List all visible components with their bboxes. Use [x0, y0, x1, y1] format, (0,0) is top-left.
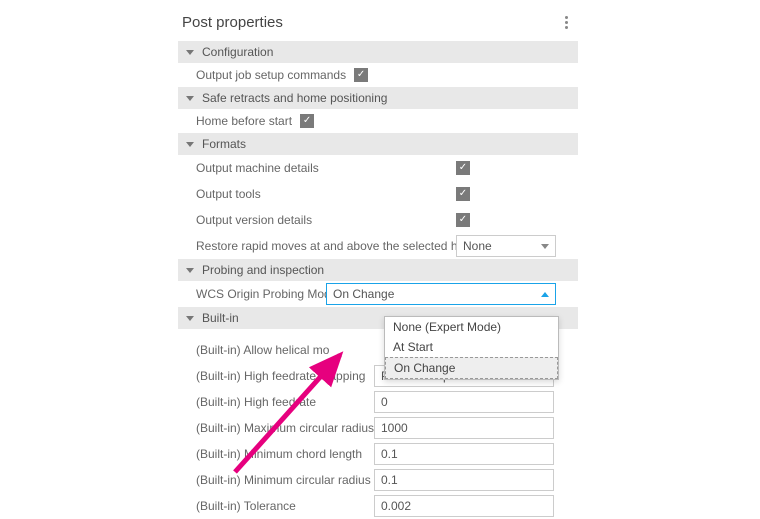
panel-header: Post properties	[178, 10, 578, 41]
label-high-feedrate: (Built-in) High feedrate	[196, 395, 374, 409]
select-restore-rapid[interactable]: None	[456, 235, 556, 257]
dropdown-option[interactable]: None (Expert Mode)	[385, 317, 558, 337]
checkbox-home-before-start[interactable]	[300, 114, 314, 128]
label-output-version-details: Output version details	[196, 213, 456, 227]
chevron-down-icon	[186, 50, 194, 55]
section-label: Safe retracts and home positioning	[202, 91, 387, 105]
section-formats[interactable]: Formats	[178, 133, 578, 155]
chevron-down-icon	[186, 96, 194, 101]
select-wcs-mode[interactable]: On Change	[326, 283, 556, 305]
select-value: None	[463, 239, 492, 253]
row-wcs-mode: WCS Origin Probing Mode On Change	[178, 281, 578, 307]
label-output-job-setup: Output job setup commands	[196, 68, 346, 82]
row-output-job-setup: Output job setup commands	[178, 63, 578, 87]
row-high-feedrate: (Built-in) High feedrate	[178, 389, 578, 415]
section-label: Formats	[202, 137, 246, 151]
panel-title: Post properties	[182, 14, 283, 31]
input-max-circ-radius[interactable]	[374, 417, 554, 439]
row-output-tools: Output tools	[178, 181, 578, 207]
chevron-down-icon	[186, 316, 194, 321]
label-max-circ-radius: (Built-in) Maximum circular radius	[196, 421, 374, 435]
label-output-machine-details: Output machine details	[196, 161, 456, 175]
input-high-feedrate[interactable]	[374, 391, 554, 413]
label-restore-rapid: Restore rapid moves at and above the sel…	[196, 239, 456, 253]
checkbox-output-job-setup[interactable]	[354, 68, 368, 82]
checkbox-output-machine-details[interactable]	[456, 161, 470, 175]
label-min-circ-radius: (Built-in) Minimum circular radius	[196, 473, 374, 487]
chevron-down-icon	[186, 268, 194, 273]
post-properties-panel: Post properties Configuration Output job…	[178, 10, 578, 519]
row-max-circ-radius: (Built-in) Maximum circular radius	[178, 415, 578, 441]
kebab-menu-icon[interactable]	[558, 15, 574, 31]
section-label: Built-in	[202, 311, 239, 325]
input-min-chord-length[interactable]	[374, 443, 554, 465]
section-configuration[interactable]: Configuration	[178, 41, 578, 63]
label-min-chord-length: (Built-in) Minimum chord length	[196, 447, 374, 461]
checkbox-output-version-details[interactable]	[456, 213, 470, 227]
label-allow-helical: (Built-in) Allow helical mo	[196, 343, 374, 357]
chevron-down-icon	[541, 244, 549, 249]
row-min-circ-radius: (Built-in) Minimum circular radius	[178, 467, 578, 493]
label-home-before-start: Home before start	[196, 114, 292, 128]
row-tolerance: (Built-in) Tolerance	[178, 493, 578, 519]
section-label: Configuration	[202, 45, 273, 59]
row-output-version-details: Output version details	[178, 207, 578, 233]
input-tolerance[interactable]	[374, 495, 554, 517]
row-home-before-start: Home before start	[178, 109, 578, 133]
dropdown-option[interactable]: At Start	[385, 337, 558, 357]
chevron-up-icon	[541, 292, 549, 297]
section-probing[interactable]: Probing and inspection	[178, 259, 578, 281]
select-value: On Change	[333, 287, 394, 301]
checkbox-output-tools[interactable]	[456, 187, 470, 201]
row-output-machine-details: Output machine details	[178, 155, 578, 181]
label-output-tools: Output tools	[196, 187, 456, 201]
dropdown-option-selected[interactable]: On Change	[385, 357, 558, 379]
dropdown-wcs-mode[interactable]: None (Expert Mode) At Start On Change	[384, 316, 559, 380]
label-tolerance: (Built-in) Tolerance	[196, 499, 374, 513]
label-wcs-mode: WCS Origin Probing Mode	[196, 287, 326, 301]
label-high-feedrate-mapping: (Built-in) High feedrate mapping	[196, 369, 374, 383]
input-min-circ-radius[interactable]	[374, 469, 554, 491]
row-min-chord-length: (Built-in) Minimum chord length	[178, 441, 578, 467]
chevron-down-icon	[186, 142, 194, 147]
row-restore-rapid: Restore rapid moves at and above the sel…	[178, 233, 578, 259]
section-safe-retracts[interactable]: Safe retracts and home positioning	[178, 87, 578, 109]
section-label: Probing and inspection	[202, 263, 324, 277]
